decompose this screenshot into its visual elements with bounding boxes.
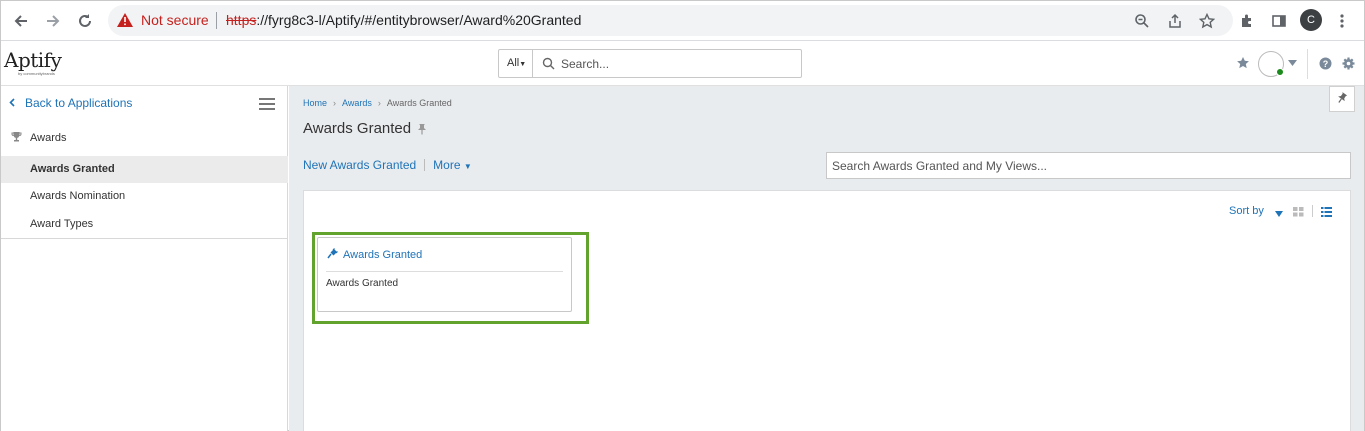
sidebar-group-label: Awards: [30, 132, 67, 144]
action-divider: [424, 159, 426, 171]
breadcrumb-awards[interactable]: Awards: [342, 98, 372, 108]
sidebar-item-awards-nomination[interactable]: Awards Nomination: [1, 183, 288, 210]
header-divider: [1307, 49, 1308, 79]
back-to-applications-link[interactable]: Back to Applications: [9, 96, 132, 110]
breadcrumb-current: Awards Granted: [386, 98, 452, 108]
bookmark-star-icon[interactable]: [1198, 12, 1216, 30]
profile-avatar[interactable]: C: [1300, 9, 1322, 31]
sidebar-group-awards[interactable]: Awards: [11, 131, 66, 145]
view-toggle-divider: [1312, 205, 1313, 217]
plug-icon: [327, 248, 338, 262]
trophy-icon: [11, 131, 22, 145]
address-bar[interactable]: Not secure https://fyrg8c3-l/Aptify/#/en…: [108, 5, 1233, 36]
extensions-icon[interactable]: [1235, 9, 1259, 33]
favorites-star-icon[interactable]: [1235, 55, 1251, 71]
sidebar-item-award-types[interactable]: Award Types: [1, 211, 288, 238]
online-status-dot: [1276, 68, 1284, 76]
view-card[interactable]: Awards Granted Awards Granted: [317, 237, 572, 312]
sidebar-item-label: Award Types: [30, 218, 94, 230]
browser-toolbar: Not secure https://fyrg8c3-l/Aptify/#/en…: [1, 1, 1364, 41]
hamburger-menu-icon[interactable]: [259, 98, 275, 110]
sidebar-item-label: Awards Nomination: [30, 190, 126, 202]
breadcrumb: Home › Awards › Awards Granted: [303, 98, 452, 108]
list-view-icon[interactable]: [1321, 206, 1332, 220]
breadcrumb-separator-icon: ›: [377, 98, 381, 108]
more-label: More: [433, 158, 461, 172]
url-scheme: https: [226, 12, 257, 28]
breadcrumb-home[interactable]: Home: [303, 98, 327, 108]
search-scope-dropdown[interactable]: All▼: [499, 50, 533, 77]
view-card-header[interactable]: Awards Granted: [327, 248, 422, 262]
user-avatar[interactable]: [1258, 51, 1284, 77]
pin-icon: [1337, 91, 1348, 107]
pin-button[interactable]: [1329, 86, 1355, 112]
search-icon: [542, 57, 555, 73]
sidebar-item-label: Awards Granted: [30, 163, 115, 175]
main-content: Home › Awards › Awards Granted Awards Gr…: [289, 86, 1364, 431]
pin-title-icon[interactable]: [417, 123, 427, 138]
chevron-left-icon: [9, 96, 15, 110]
global-search[interactable]: All▼ Search...: [498, 49, 802, 78]
back-link-label: Back to Applications: [25, 96, 133, 110]
svg-text:?: ?: [1322, 58, 1328, 68]
views-panel: Sort by Awards Granted Awards Granted: [303, 190, 1351, 431]
browser-menu-icon[interactable]: [1330, 9, 1354, 33]
settings-gear-icon[interactable]: [1341, 56, 1355, 70]
search-scope-label: All: [507, 57, 520, 69]
app-header: Aptify by communitybrands All▼ Search...…: [1, 41, 1364, 86]
url-text[interactable]: https://fyrg8c3-l/Aptify/#/entitybrowser…: [226, 12, 581, 28]
help-icon[interactable]: ?: [1318, 56, 1332, 70]
breadcrumb-separator-icon: ›: [333, 98, 337, 108]
sort-by-dropdown[interactable]: Sort by: [1229, 205, 1264, 217]
view-card-title: Awards Granted: [343, 249, 423, 261]
sidebar: Back to Applications Awards Awards Grant…: [1, 86, 288, 431]
warning-icon[interactable]: [116, 12, 134, 31]
side-panel-icon[interactable]: [1267, 9, 1291, 33]
action-bar: New Awards Granted More ▼: [303, 158, 472, 172]
sidebar-item-awards-granted[interactable]: Awards Granted: [1, 156, 288, 183]
share-icon[interactable]: [1166, 12, 1184, 30]
url-path: ://fyrg8c3-l/Aptify/#/entitybrowser/Awar…: [256, 12, 582, 28]
reload-icon[interactable]: [73, 9, 97, 33]
sidebar-divider: [1, 238, 288, 239]
back-arrow-icon[interactable]: [9, 9, 33, 33]
user-menu-caret-icon[interactable]: [1287, 58, 1297, 68]
logo-text: Aptify: [4, 48, 62, 72]
view-card-description: Awards Granted: [326, 278, 399, 289]
grid-view-icon[interactable]: [1293, 206, 1304, 220]
zoom-icon[interactable]: [1133, 12, 1151, 30]
sort-caret-icon[interactable]: [1275, 206, 1283, 220]
new-awards-granted-link[interactable]: New Awards Granted: [303, 158, 416, 172]
caret-down-icon: ▼: [463, 162, 472, 171]
url-divider: [216, 12, 217, 29]
forward-arrow-icon[interactable]: [41, 9, 65, 33]
aptify-logo[interactable]: Aptify by communitybrands: [4, 49, 66, 81]
view-card-divider: [326, 271, 563, 272]
views-search-input[interactable]: Search Awards Granted and My Views...: [826, 152, 1351, 179]
more-dropdown[interactable]: More ▼: [433, 158, 472, 172]
caret-down-icon: ▼: [519, 61, 527, 68]
security-label[interactable]: Not secure: [141, 12, 209, 28]
page-title: Awards Granted: [303, 120, 412, 137]
search-input[interactable]: Search...: [561, 57, 609, 71]
